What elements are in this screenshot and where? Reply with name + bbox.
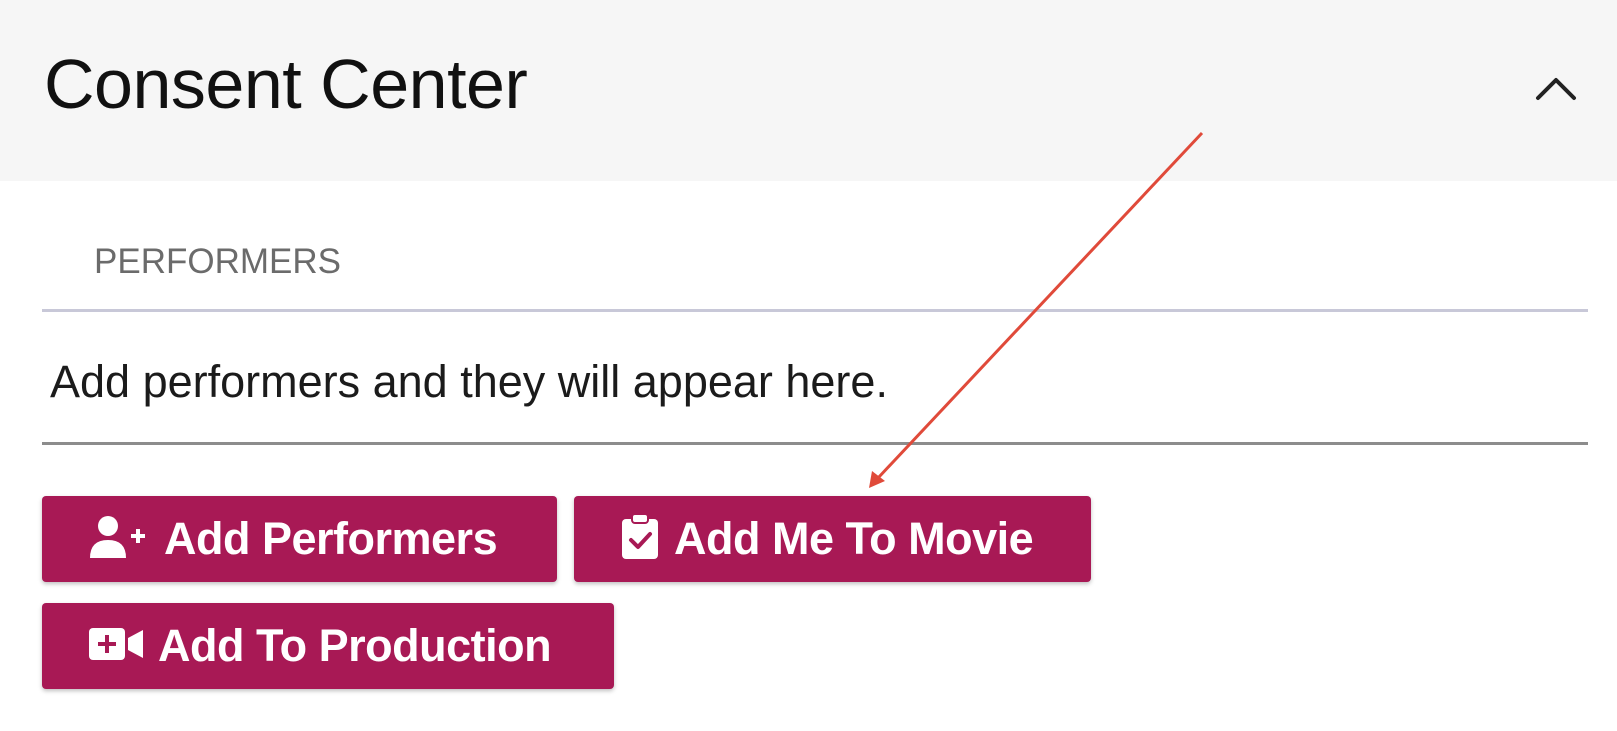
add-performers-button[interactable]: Add Performers: [42, 496, 557, 582]
clipboard-check-icon: [620, 512, 660, 566]
add-me-to-movie-button[interactable]: Add Me To Movie: [574, 496, 1091, 582]
consent-center-page: Consent Center PERFORMERS Add performers…: [0, 0, 1617, 731]
chevron-up-icon: [1536, 78, 1576, 100]
add-to-production-button[interactable]: Add To Production: [42, 603, 614, 689]
tab-performers[interactable]: PERFORMERS: [94, 242, 341, 282]
collapse-button[interactable]: [1526, 62, 1586, 112]
tab-divider: [42, 309, 1588, 312]
add-to-production-label: Add To Production: [158, 620, 552, 671]
add-me-to-movie-label: Add Me To Movie: [674, 513, 1034, 564]
consent-center-header: Consent Center: [0, 0, 1617, 181]
add-performers-label: Add Performers: [164, 513, 498, 564]
video-plus-icon: [88, 624, 144, 669]
performers-empty-message: Add performers and they will appear here…: [50, 356, 888, 407]
user-plus-icon: [88, 514, 150, 565]
list-divider: [42, 442, 1588, 445]
page-title: Consent Center: [44, 45, 528, 123]
